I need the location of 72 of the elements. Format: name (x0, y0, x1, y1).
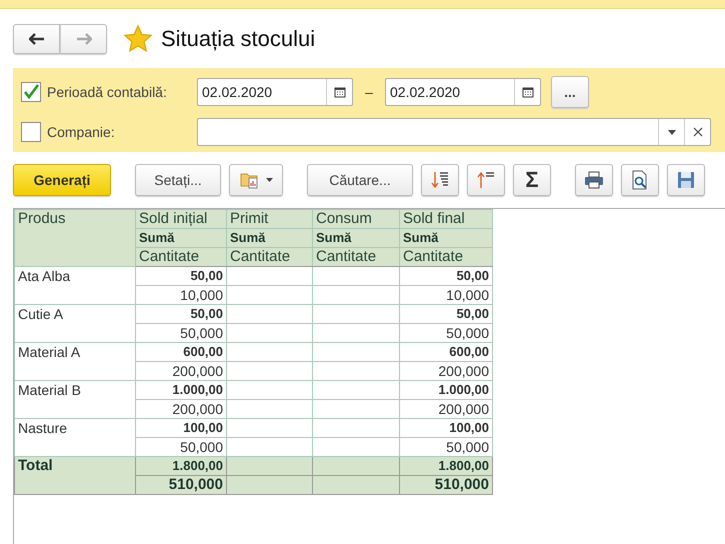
table-cell: 50,000 (400, 324, 492, 342)
column-header: Cantitate (226, 248, 312, 266)
column-header: Sumă (400, 228, 492, 248)
sort-ascending-icon (476, 170, 496, 190)
calendar-icon[interactable] (522, 86, 534, 98)
checkbox[interactable] (21, 122, 41, 142)
table-cell: 200,000 (400, 400, 492, 418)
date-field[interactable]: 02.02.2020 (385, 78, 541, 106)
sort-descending-icon (430, 170, 450, 190)
table-cell: Material B (14, 380, 136, 418)
table-cell: 50,000 (136, 324, 226, 342)
table-cell: 50,00 (136, 266, 226, 286)
column-header: Sumă (226, 228, 312, 248)
column-header: Sumă (136, 228, 226, 248)
table-cell: 200,000 (136, 362, 226, 380)
search-button[interactable]: Căutare... (307, 164, 413, 196)
table-cell: Cutie A (14, 304, 136, 342)
field-label: Companie: (47, 124, 116, 140)
range-separator: – (364, 84, 374, 100)
table-cell: 510,000 (136, 476, 226, 494)
column-header: Sumă (312, 228, 400, 248)
table-cell: Total (14, 456, 136, 494)
generate-button[interactable]: Generați (13, 164, 111, 196)
field-label: Perioadă contabilă: (47, 84, 168, 100)
column-header: Consum (312, 210, 400, 228)
more-button[interactable]: ... (551, 76, 589, 108)
caret-icon[interactable] (668, 130, 676, 134)
clear-icon[interactable] (692, 127, 702, 137)
table-cell: 100,00 (400, 418, 492, 438)
table-cell: 1.000,00 (136, 380, 226, 400)
table-cell: 200,000 (136, 400, 226, 418)
table-cell: 200,000 (400, 362, 492, 380)
table-cell: 50,00 (400, 304, 492, 324)
back-button[interactable] (13, 24, 60, 54)
sum-button[interactable]: Σ (513, 164, 551, 196)
page-magnifier-icon (631, 170, 649, 190)
table-cell: 50,00 (400, 266, 492, 286)
sort-ascending-button[interactable] (467, 164, 505, 196)
printer-icon (584, 171, 604, 189)
table-cell: Material A (14, 342, 136, 380)
table-cell: 600,00 (136, 342, 226, 362)
sort-descending-button[interactable] (421, 164, 459, 196)
table-cell: 50,00 (136, 304, 226, 324)
column-header: Cantitate (136, 248, 226, 266)
caret-icon (266, 178, 272, 182)
checkbox[interactable] (21, 82, 41, 102)
table-cell: 100,00 (136, 418, 226, 438)
column-header: Cantitate (400, 248, 492, 266)
settings-button[interactable]: Setați... (135, 164, 221, 196)
column-header: Cantitate (312, 248, 400, 266)
table-cell: 510,000 (400, 476, 492, 494)
table-cell: 600,00 (400, 342, 492, 362)
table-cell: 1.800,00 (136, 456, 226, 476)
table-cell: Ata Alba (14, 266, 136, 304)
table-cell: 1.800,00 (400, 456, 492, 476)
column-header: Primit (226, 210, 312, 228)
column-header: Produs (14, 210, 136, 266)
column-header: Sold final (400, 210, 492, 228)
print-button[interactable] (575, 164, 613, 196)
table-cell: 10,000 (136, 286, 226, 304)
table-cell: 10,000 (400, 286, 492, 304)
star-icon[interactable] (123, 24, 153, 54)
table-cell: 1.000,00 (400, 380, 492, 400)
report-variant-button[interactable] (229, 164, 283, 196)
back-arrow-icon (28, 33, 44, 45)
calendar-icon[interactable] (334, 86, 346, 98)
date-field[interactable]: 02.02.2020 (197, 78, 353, 106)
preview-button[interactable] (621, 164, 659, 196)
column-header: Sold inițial (136, 210, 226, 228)
window-title: Situația stocului (161, 26, 316, 52)
save-button[interactable] (667, 164, 705, 196)
forward-arrow-icon (76, 33, 92, 45)
